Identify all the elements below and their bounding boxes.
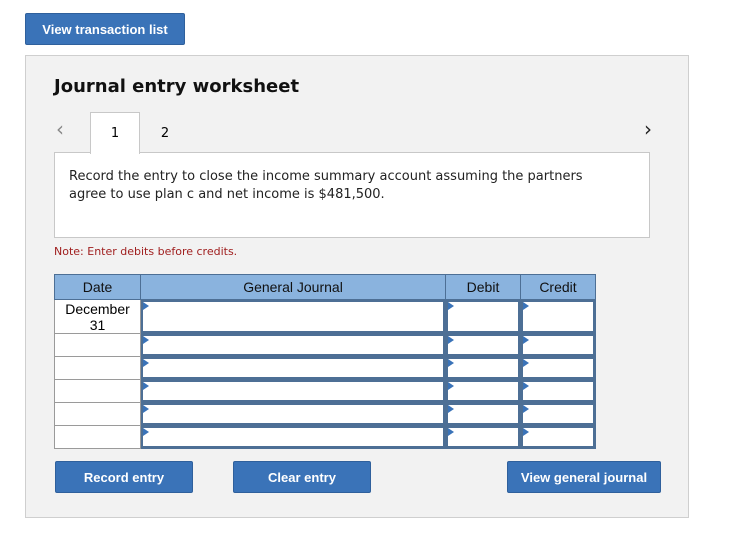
- debit-input[interactable]: [446, 380, 520, 402]
- clear-entry-button[interactable]: Clear entry: [233, 461, 371, 493]
- record-entry-button[interactable]: Record entry: [55, 461, 193, 493]
- date-cell: [54, 402, 141, 426]
- view-transaction-list-button[interactable]: View transaction list: [25, 13, 185, 45]
- tab-1[interactable]: 1: [90, 112, 140, 154]
- chevron-left-icon[interactable]: ‹: [56, 117, 64, 141]
- credit-input[interactable]: [521, 334, 595, 356]
- date-cell: [54, 356, 141, 380]
- chevron-right-icon[interactable]: ›: [644, 117, 652, 141]
- account-input[interactable]: [141, 426, 445, 448]
- table-row: [54, 356, 596, 380]
- debit-input[interactable]: [446, 334, 520, 356]
- debit-input[interactable]: [446, 300, 520, 333]
- account-input[interactable]: [141, 300, 445, 333]
- table-row: [54, 425, 596, 449]
- tab-2[interactable]: 2: [140, 112, 190, 154]
- table-row: [54, 333, 596, 357]
- account-input[interactable]: [141, 334, 445, 356]
- credit-column-header: Credit: [520, 274, 596, 300]
- table-row: December 31: [54, 299, 596, 334]
- view-general-journal-button[interactable]: View general journal: [507, 461, 661, 493]
- date-column-header: Date: [54, 274, 141, 300]
- worksheet-title: Journal entry worksheet: [54, 76, 300, 97]
- date-cell: December 31: [54, 299, 141, 334]
- debit-column-header: Debit: [445, 274, 521, 300]
- entry-description: Record the entry to close the income sum…: [54, 152, 650, 238]
- date-cell: [54, 379, 141, 403]
- account-input[interactable]: [141, 403, 445, 425]
- table-row: [54, 379, 596, 403]
- date-day: 31: [89, 317, 106, 333]
- credit-input[interactable]: [521, 300, 595, 333]
- description-line-2: agree to use plan c and net income is $4…: [69, 187, 385, 202]
- date-cell: [54, 425, 141, 449]
- credit-input[interactable]: [521, 357, 595, 379]
- debit-input[interactable]: [446, 357, 520, 379]
- date-month: December: [65, 301, 130, 317]
- date-cell: [54, 333, 141, 357]
- account-input[interactable]: [141, 380, 445, 402]
- debit-input[interactable]: [446, 403, 520, 425]
- table-row: [54, 402, 596, 426]
- account-input[interactable]: [141, 357, 445, 379]
- debit-input[interactable]: [446, 426, 520, 448]
- journal-table: Date General Journal Debit Credit Decemb…: [54, 274, 596, 449]
- credit-input[interactable]: [521, 380, 595, 402]
- credit-input[interactable]: [521, 426, 595, 448]
- description-line-1: Record the entry to close the income sum…: [69, 169, 583, 184]
- general-journal-column-header: General Journal: [140, 274, 446, 300]
- credit-input[interactable]: [521, 403, 595, 425]
- journal-entry-worksheet-panel: Journal entry worksheet ‹ › 1 2 Record t…: [25, 55, 689, 518]
- debits-note: Note: Enter debits before credits.: [54, 245, 238, 258]
